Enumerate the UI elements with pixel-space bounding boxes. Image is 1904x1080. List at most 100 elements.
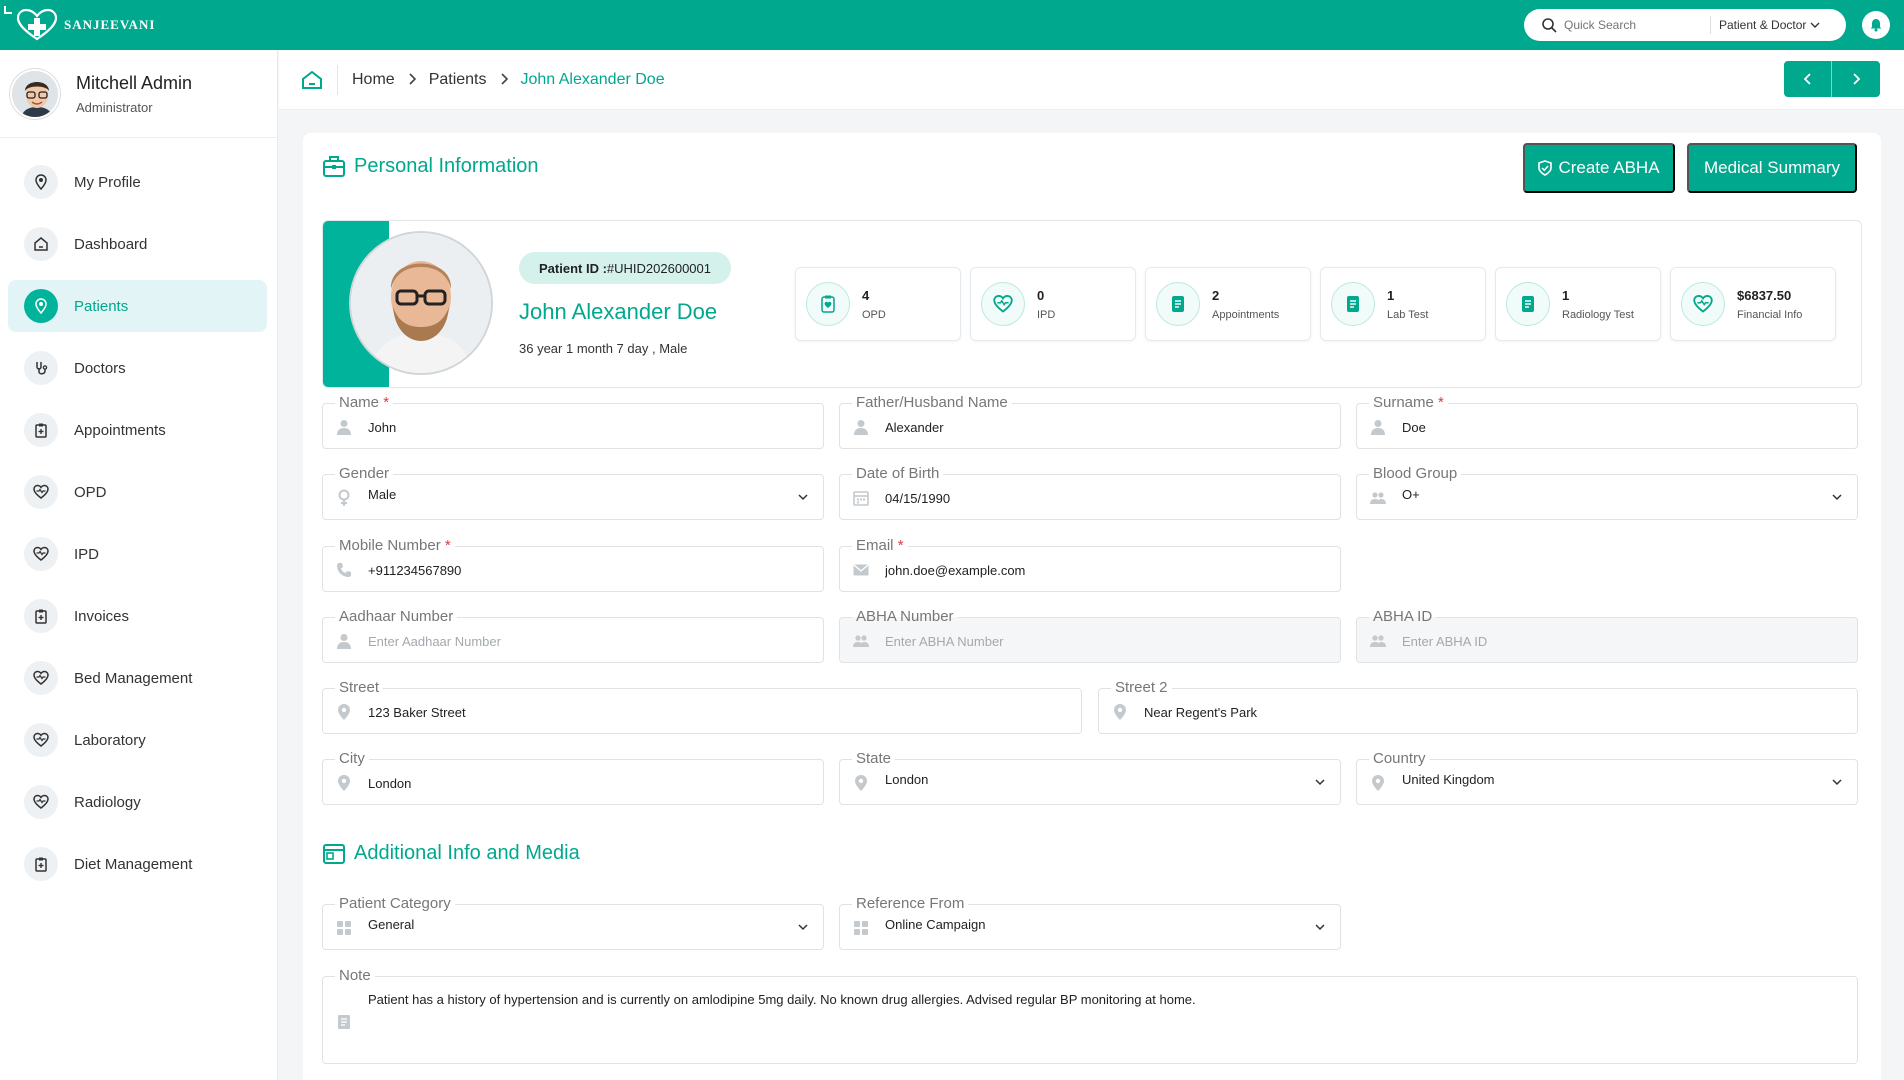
sidebar: Mitchell Admin Administrator My Profile …: [0, 50, 278, 1080]
note-textarea[interactable]: Patient has a history of hypertension an…: [368, 991, 1821, 1051]
user-icon: [1369, 418, 1387, 436]
abha-id-input[interactable]: [1402, 630, 1821, 652]
create-abha-button[interactable]: Create ABHA: [1523, 143, 1675, 193]
sidebar-item-diet-management[interactable]: Diet Management: [8, 838, 267, 890]
country-value: United Kingdom: [1402, 772, 1495, 787]
stat-card-appointments[interactable]: 2 Appointments: [1145, 267, 1311, 341]
stat-label: IPD: [1037, 308, 1056, 321]
stat-card-ipd[interactable]: 0 IPD: [970, 267, 1136, 341]
sidebar-item-dashboard[interactable]: Dashboard: [8, 218, 267, 270]
user-block[interactable]: Mitchell Admin Administrator: [0, 50, 277, 138]
name-input[interactable]: [368, 416, 787, 438]
sidebar-item-opd[interactable]: OPD: [8, 466, 267, 518]
user-role: Administrator: [76, 99, 153, 115]
medical-summary-button[interactable]: Medical Summary: [1687, 143, 1857, 193]
patient-id-badge: Patient ID : #UHID202600001: [519, 252, 731, 284]
search-filter-dropdown[interactable]: Patient & Doctor: [1719, 18, 1820, 32]
avatar: [10, 68, 60, 119]
patient-category-select[interactable]: Patient Category General: [322, 895, 824, 950]
chevron-right-icon: [407, 72, 417, 88]
abha-number-input[interactable]: [885, 630, 1304, 652]
search-input[interactable]: [1564, 18, 1704, 32]
reference-from-value: Online Campaign: [885, 917, 986, 932]
sidebar-item-doctors[interactable]: Doctors: [8, 342, 267, 394]
stethoscope-icon: [24, 351, 58, 385]
quick-search: Patient & Doctor: [1524, 9, 1846, 41]
email-input[interactable]: [885, 559, 1304, 581]
sidebar-item-laboratory[interactable]: Laboratory: [8, 714, 267, 766]
previous-record-button[interactable]: [1784, 61, 1832, 97]
next-record-button[interactable]: [1832, 61, 1880, 97]
home-icon: [302, 70, 322, 89]
stat-card-radiology-test[interactable]: 1 Radiology Test: [1495, 267, 1661, 341]
aadhaar-number-input[interactable]: [368, 630, 787, 652]
date-of-birth-input[interactable]: [885, 487, 1304, 509]
patient-id-label: Patient ID :: [539, 260, 607, 276]
breadcrumb-patients[interactable]: Patients: [429, 71, 487, 89]
stat-value: 1: [1387, 287, 1395, 303]
breadcrumb-home[interactable]: Home: [352, 71, 395, 89]
state-select[interactable]: State London: [839, 750, 1341, 805]
user-icon: [335, 418, 353, 436]
user-icon: [335, 632, 353, 650]
notification-button[interactable]: [1862, 11, 1890, 39]
city-field: City: [322, 750, 824, 805]
reference-from-select[interactable]: Reference From Online Campaign: [839, 895, 1341, 950]
field-label: Email *: [852, 537, 908, 555]
street-2-input[interactable]: [1144, 701, 1821, 723]
street-field: Street: [322, 679, 1082, 734]
surname-field: Surname *: [1356, 394, 1858, 449]
email-field: Email *: [839, 537, 1341, 592]
stat-card-lab-test[interactable]: 1 Lab Test: [1320, 267, 1486, 341]
patient-photo[interactable]: [349, 231, 493, 375]
stat-card-opd[interactable]: 4 OPD: [795, 267, 961, 341]
aadhaar-number-field: Aadhaar Number: [322, 608, 824, 663]
document-icon: [1331, 282, 1375, 326]
surname-input[interactable]: [1402, 416, 1821, 438]
user-icon: [852, 418, 870, 436]
father-husband-name-input[interactable]: [885, 416, 1304, 438]
window-icon: [323, 843, 345, 864]
required-mark: *: [1438, 394, 1444, 411]
stat-card-financial-info[interactable]: $6837.50 Financial Info: [1670, 267, 1836, 341]
document-icon: [1506, 282, 1550, 326]
city-input[interactable]: [368, 772, 787, 794]
calendar-icon: [852, 489, 870, 507]
gender-select[interactable]: Gender Male: [322, 465, 824, 520]
sidebar-item-invoices[interactable]: Invoices: [8, 590, 267, 642]
stat-value: 4: [862, 287, 870, 303]
field-label: Father/Husband Name: [852, 394, 1012, 412]
sidebar-item-appointments[interactable]: Appointments: [8, 404, 267, 456]
corner-mark: [4, 6, 12, 14]
sidebar-item-radiology[interactable]: Radiology: [8, 776, 267, 828]
user-name: Mitchell Admin: [76, 72, 193, 93]
top-bar: SANJEEVANI Patient & Doctor: [0, 0, 1904, 50]
sidebar-item-label: Radiology: [74, 793, 141, 811]
sidebar-item-label: Doctors: [74, 359, 126, 377]
sidebar-item-bed-management[interactable]: Bed Management: [8, 652, 267, 704]
mobile-number-input[interactable]: [368, 559, 787, 581]
required-mark: *: [444, 537, 451, 554]
location-pin-icon: [335, 703, 353, 721]
field-label: Street: [335, 679, 384, 697]
sidebar-item-patients[interactable]: Patients: [8, 280, 267, 332]
blood-group-select[interactable]: Blood Group O+: [1356, 465, 1858, 520]
field-label: Date of Birth: [852, 465, 944, 483]
country-select[interactable]: Country United Kingdom: [1356, 750, 1858, 805]
sidebar-item-label: Dashboard: [74, 235, 148, 253]
sidebar-item-ipd[interactable]: IPD: [8, 528, 267, 580]
chevron-right-icon: [1853, 73, 1861, 85]
heart-pulse-icon: [24, 723, 58, 757]
street-input[interactable]: [368, 701, 1045, 723]
sidebar-nav: My Profile Dashboard Patients Doctors Ap…: [0, 138, 277, 890]
sidebar-item-my-profile[interactable]: My Profile: [8, 156, 267, 208]
location-pin-icon: [852, 774, 870, 792]
sidebar-item-label: Diet Management: [74, 855, 193, 873]
brand[interactable]: SANJEEVANI: [14, 8, 155, 42]
chevron-down-icon: [1832, 494, 1842, 501]
patient-name: John Alexander Doe: [519, 299, 718, 324]
grid-icon: [852, 919, 870, 937]
sidebar-item-label: IPD: [74, 545, 100, 563]
breadcrumb-home-button[interactable]: [301, 64, 338, 95]
shield-icon: [1538, 160, 1553, 176]
